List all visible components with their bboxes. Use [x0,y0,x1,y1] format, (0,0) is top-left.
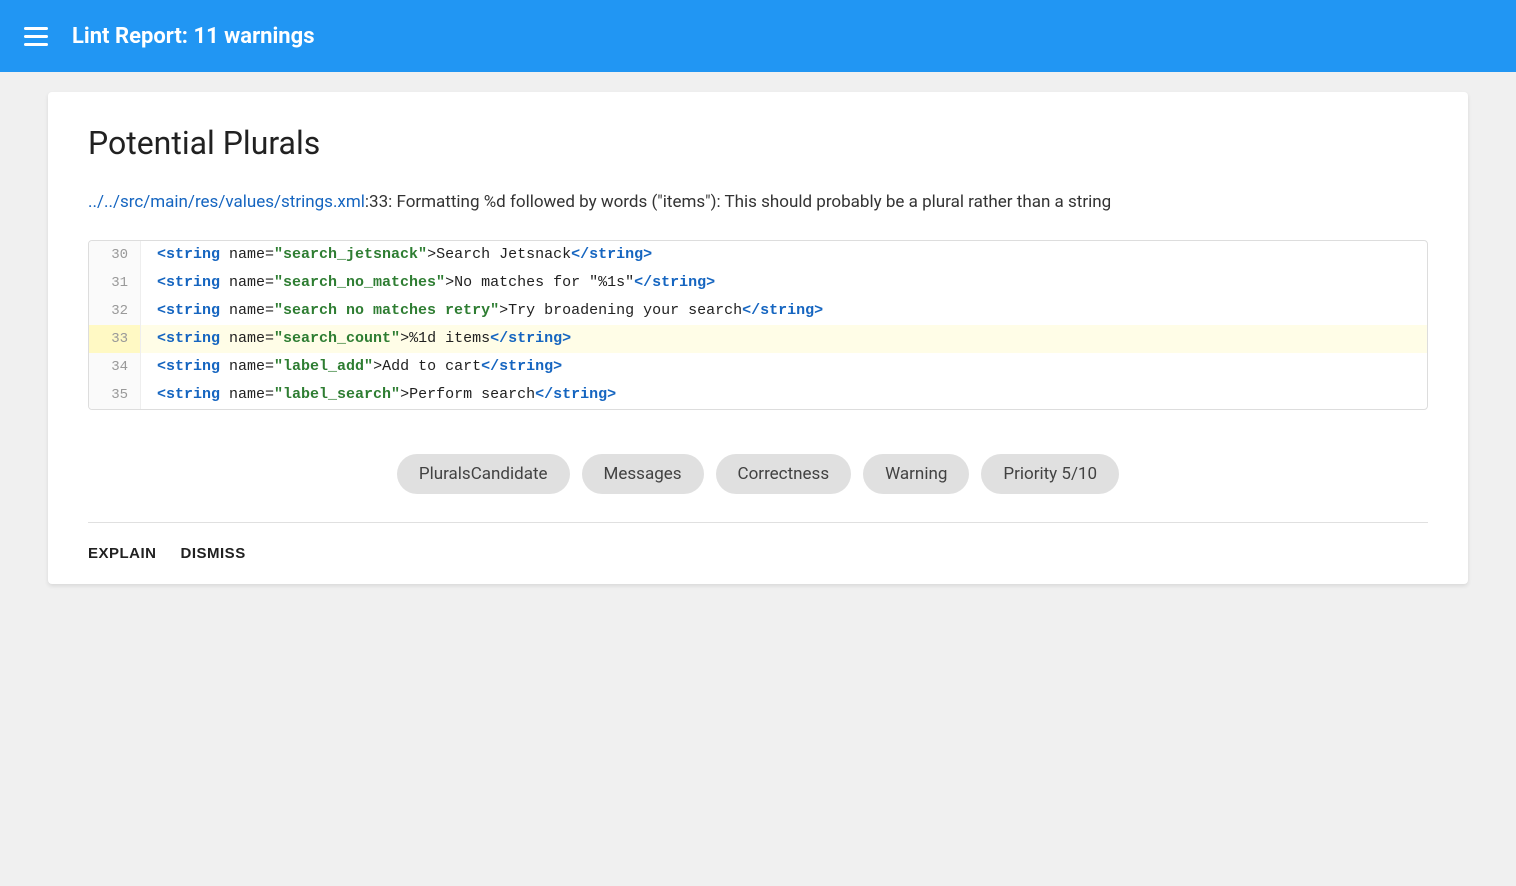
code-line-31: 31 <string name="search_no_matches">No m… [89,269,1427,297]
tag-priority: Priority 5/10 [981,454,1119,494]
issue-detail: :33: Formatting %d followed by words ("i… [365,192,1111,212]
tag-correctness: Correctness [716,454,852,494]
tag-messages: Messages [582,454,704,494]
code-line-35: 35 <string name="label_search">Perform s… [89,381,1427,409]
issue-description: ../../src/main/res/values/strings.xml:33… [88,190,1428,216]
code-content-32: <string name="search no matches retry">T… [141,297,839,325]
dismiss-button[interactable]: DISMISS [181,541,246,566]
code-content-31: <string name="search_no_matches">No matc… [141,269,731,297]
action-bar: EXPLAIN DISMISS [88,522,1428,584]
line-number-32: 32 [89,297,141,325]
tag-warning: Warning [863,454,969,494]
code-block: 30 <string name="search_jetsnack">Search… [88,240,1428,410]
menu-icon[interactable] [24,27,48,46]
header-title: Lint Report: 11 warnings [72,24,315,49]
line-number-31: 31 [89,269,141,297]
code-line-32: 32 <string name="search no matches retry… [89,297,1427,325]
code-line-30: 30 <string name="search_jetsnack">Search… [89,241,1427,269]
line-number-33: 33 [89,325,141,353]
code-line-34: 34 <string name="label_add">Add to cart<… [89,353,1427,381]
issue-link[interactable]: ../../src/main/res/values/strings.xml [88,192,365,212]
code-content-30: <string name="search_jetsnack">Search Je… [141,241,668,269]
code-line-33: 33 <string name="search_count">%1d items… [89,325,1427,353]
line-number-35: 35 [89,381,141,409]
lint-card: Potential Plurals ../../src/main/res/val… [48,92,1468,584]
content-area: Potential Plurals ../../src/main/res/val… [0,72,1516,886]
explain-button[interactable]: EXPLAIN [88,541,157,566]
tags-row: PluralsCandidate Messages Correctness Wa… [88,438,1428,522]
card-title: Potential Plurals [88,124,1428,162]
code-content-35: <string name="label_search">Perform sear… [141,381,632,409]
app-header: Lint Report: 11 warnings [0,0,1516,72]
line-number-30: 30 [89,241,141,269]
line-number-34: 34 [89,353,141,381]
code-content-33: <string name="search_count">%1d items</s… [141,325,587,353]
tag-plurals-candidate: PluralsCandidate [397,454,570,494]
code-content-34: <string name="label_add">Add to cart</st… [141,353,578,381]
